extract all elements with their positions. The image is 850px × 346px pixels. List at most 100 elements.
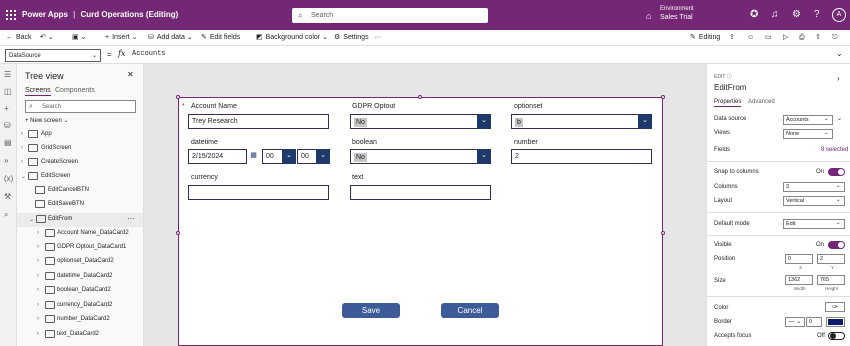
date-picker[interactable]: 2/15/2024 ▦ <box>188 149 260 164</box>
back-button[interactable]: ← Back <box>6 32 32 44</box>
tree-item-datacard[interactable]: › boolean_DataCard2 <box>17 284 143 298</box>
search-icon[interactable]: ⌕ <box>4 210 8 220</box>
border-color-picker[interactable] <box>826 317 845 327</box>
tree-item-editscreen[interactable]: ⌄ EditScreen <box>17 170 143 184</box>
tab-properties[interactable]: Properties <box>714 99 742 107</box>
preview-play-icon[interactable]: ▷ <box>783 32 788 44</box>
chevron-right-icon[interactable]: › <box>37 258 39 264</box>
columns-dropdown[interactable]: 3 ⌄ <box>783 182 845 192</box>
chevron-right-icon[interactable]: › <box>37 230 39 236</box>
chevron-down-icon[interactable]: ⌄ <box>29 216 34 223</box>
paste-button[interactable]: ▣ ⌄ <box>72 32 86 44</box>
currency-input[interactable] <box>188 185 329 200</box>
tree-item-editsavebtn[interactable]: EditSaveBTN <box>17 198 143 212</box>
hamburger-menu-icon[interactable]: ☰ <box>4 70 11 79</box>
text-input[interactable] <box>350 185 491 200</box>
app-checker-icon[interactable]: ☺ <box>747 32 754 44</box>
formula-input[interactable]: Accounts <box>132 50 166 58</box>
tools-icon[interactable]: ⚒ <box>4 192 11 201</box>
tree-item-datacard[interactable]: › datetime_DataCard2 <box>17 270 143 284</box>
calendar-icon[interactable]: ▦ <box>246 149 260 164</box>
chevron-right-icon[interactable]: › <box>21 131 23 137</box>
save-button[interactable]: Save <box>342 303 400 318</box>
media-icon[interactable]: ▤ <box>4 138 12 147</box>
tree-item-createscreen[interactable]: › CreateScreen <box>17 156 143 170</box>
property-dropdown[interactable]: DataSource ⌄ <box>5 49 101 62</box>
optionset-dropdown[interactable]: b ⌄ <box>511 114 652 129</box>
hour-dropdown[interactable]: 00 ⌄ <box>262 149 296 164</box>
tab-screens[interactable]: Screens <box>25 87 51 96</box>
tree-item-datacard[interactable]: › optionset_DataCard2 <box>17 255 143 269</box>
chevron-down-icon[interactable]: ⌄ <box>21 173 26 180</box>
chevron-right-icon[interactable]: › <box>837 74 840 83</box>
environment-name[interactable]: Sales Trial <box>660 14 693 21</box>
resize-handle[interactable] <box>176 95 180 99</box>
data-source-dropdown[interactable]: Accounts ⌄ <box>783 115 833 125</box>
variables-icon[interactable]: (x) <box>4 174 13 183</box>
help-icon[interactable]: ? <box>814 9 820 20</box>
insert-icon[interactable]: + <box>4 104 9 113</box>
tree-item-datacard[interactable]: › GDPR Optout_DataCard1 <box>17 241 143 255</box>
height-input[interactable]: 765 <box>817 275 845 285</box>
chevron-right-icon[interactable]: › <box>21 145 23 151</box>
chevron-down-icon[interactable]: ⌄ <box>477 114 491 129</box>
tree-item-gridscreen[interactable]: › GridScreen <box>17 142 143 156</box>
settings-button[interactable]: ⚙ Settings <box>334 32 369 44</box>
info-icon[interactable]: ⓘ <box>727 74 732 80</box>
copilot-icon[interactable]: ✪ <box>750 9 758 20</box>
tab-advanced[interactable]: Advanced <box>748 99 775 105</box>
tree-item-datacard[interactable]: › Account Name_DataCard2 <box>17 227 143 241</box>
tree-item-app[interactable]: › App <box>17 128 143 142</box>
resize-handle[interactable] <box>661 231 665 235</box>
fields-edit-link[interactable]: 8 selected <box>821 147 848 153</box>
position-x-input[interactable]: 0 <box>785 254 813 264</box>
chevron-down-icon[interactable]: ⌄ <box>477 149 491 164</box>
chevron-right-icon[interactable]: › <box>37 287 39 293</box>
tab-components[interactable]: Components <box>55 87 95 94</box>
comments-icon[interactable]: ▭ <box>765 32 772 44</box>
boolean-dropdown[interactable]: No ⌄ <box>350 149 491 164</box>
power-automate-icon[interactable]: » <box>4 156 8 165</box>
chevron-right-icon[interactable]: › <box>37 302 39 308</box>
chevron-down-icon[interactable]: ⌄ <box>282 149 296 164</box>
views-dropdown[interactable]: None ⌄ <box>783 129 833 139</box>
chevron-right-icon[interactable]: › <box>37 273 39 279</box>
visible-toggle[interactable] <box>828 241 845 249</box>
chevron-right-icon[interactable]: › <box>37 316 39 322</box>
gdpr-optout-dropdown[interactable]: No ⌄ <box>350 114 491 129</box>
share-app-icon[interactable]: ⎋ <box>832 32 838 44</box>
chevron-right-icon[interactable]: › <box>37 244 39 250</box>
chevron-down-icon[interactable]: ⌄ <box>316 149 330 164</box>
default-mode-dropdown[interactable]: Edit ⌄ <box>783 219 845 229</box>
edit-form-canvas[interactable] <box>178 97 663 346</box>
tree-search-input[interactable]: ⌕ Search <box>25 100 136 113</box>
avatar[interactable]: A <box>832 8 846 22</box>
chevron-down-icon[interactable]: ⌄ <box>836 49 843 58</box>
minute-dropdown[interactable]: 00 ⌄ <box>297 149 330 164</box>
border-style-dropdown[interactable]: — ⌄ <box>785 317 805 327</box>
border-width-input[interactable]: 0 <box>806 317 822 327</box>
close-icon[interactable]: ✕ <box>127 70 134 79</box>
add-data-button[interactable]: ⛁ Add data ⌄ <box>148 32 193 44</box>
edit-fields-button[interactable]: ✎ Edit fields <box>201 32 240 44</box>
color-picker-icon[interactable]: ✑ <box>825 302 845 312</box>
data-icon[interactable]: ⛁ <box>4 121 11 130</box>
save-icon[interactable]: ⎙ <box>799 32 805 44</box>
resize-handle[interactable] <box>176 231 180 235</box>
publish-icon[interactable]: ⇧ <box>815 32 821 44</box>
number-input[interactable]: 2 <box>511 149 652 164</box>
layout-dropdown[interactable]: Vertical ⌄ <box>783 196 845 206</box>
chevron-right-icon[interactable]: › <box>21 159 23 165</box>
resize-handle[interactable] <box>661 95 665 99</box>
more-commands-button[interactable]: ··· <box>374 32 381 44</box>
insert-button[interactable]: + Insert ⌄ <box>105 32 137 44</box>
background-color-button[interactable]: ◩ Background color ⌄ <box>256 32 328 44</box>
cancel-button[interactable]: Cancel <box>441 303 499 318</box>
snap-toggle[interactable] <box>828 168 845 176</box>
undo-button[interactable]: ↶ ⌄ <box>40 32 54 44</box>
chevron-down-icon[interactable]: ⌄ <box>638 114 652 129</box>
share-icon[interactable]: ⇪ <box>729 32 735 44</box>
editing-mode-button[interactable]: ✎ Editing <box>690 32 720 44</box>
new-screen-button[interactable]: + New screen ⌄ <box>25 117 69 124</box>
width-input[interactable]: 1362 <box>785 275 813 285</box>
